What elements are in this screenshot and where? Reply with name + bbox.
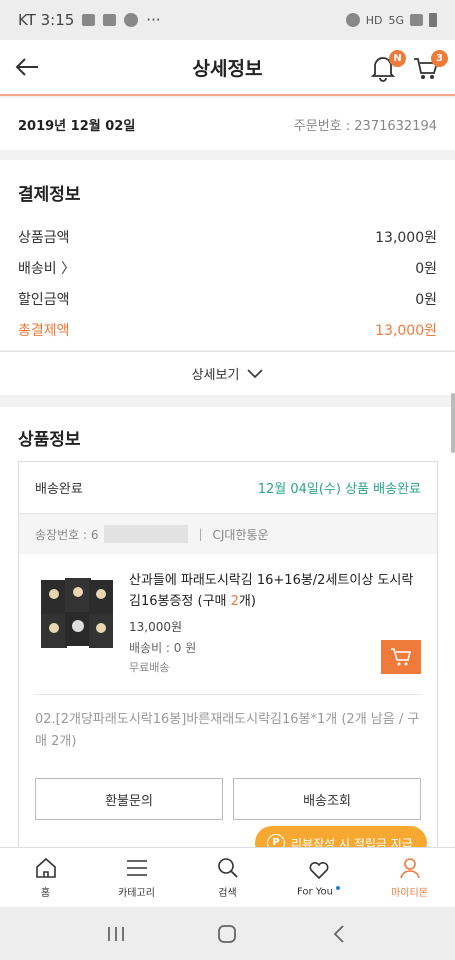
product-section-title: 상품정보 [18,430,81,450]
product-price: 13,000원 [129,620,183,634]
payment-section: 결제정보 상품금액 13,000원 배송비 〉 0원 할인금액 0원 총결제액 … [0,160,455,350]
heart-icon [309,861,328,879]
delivery-status: 배송완료 [35,482,83,497]
product-option: 02.[2개당파래도시락16봉]바른재래도시락김16봉*1개 (2개 남음 / … [35,694,421,766]
recent-apps-icon [107,926,124,941]
tracking-label: 송장번호 : 6 [35,527,99,542]
pay-value: 0원 [415,291,437,308]
home-system-button[interactable] [212,919,242,949]
product-name-text: 산과들에 파래도시락김 16+16봉/2세트이상 도시락김16봉증정 (구매 [129,573,414,609]
nav-for-you[interactable]: For You [273,848,364,907]
product-name-suffix: 개) [238,594,256,609]
product-item[interactable]: 산과들에 파래도시락김 16+16봉/2세트이상 도시락김16봉증정 (구매 2… [19,554,437,694]
pay-row-discount: 할인금액 0원 [18,283,437,314]
home-icon [35,857,56,878]
system-navigation-bar [0,907,455,960]
chevron-left-icon [333,924,344,943]
nav-home[interactable]: 홈 [0,848,91,907]
menu-icon [126,860,147,876]
network-indicator: 5G [388,13,404,27]
pay-row-total: 총결제액 13,000원 [18,314,437,345]
alarm-icon [345,13,360,27]
tracking-number-mask [104,525,189,543]
signal-icon [410,14,423,26]
status-bar: KT 3:15 ··· HD 5G [0,0,455,40]
delivery-header: 배송완료 12월 04일(수) 상품 배송완료 [19,462,437,514]
order-summary: 2019년 12월 02일 주문번호 : 2371632194 [0,98,455,150]
battery-icon [429,13,437,27]
product-quantity: 2 [230,594,239,609]
home-square-icon [218,924,237,943]
nav-label: 카테고리 [118,888,155,899]
delivery-date: 12월 04일(수) 상품 배송완료 [257,482,421,497]
delivery-tracking-button[interactable]: 배송조회 [233,778,421,820]
payment-title: 결제정보 [18,185,81,205]
cart-button[interactable]: 3 [412,50,448,84]
order-number: 주문번호 : 2371632194 [293,118,437,134]
product-shipping-fee: 배송비 : 0 원 [129,641,197,655]
hd-indicator: HD [365,13,383,27]
app-notification-icon [124,13,139,27]
pay-label[interactable]: 배송비 〉 [18,258,75,278]
product-card: 배송완료 12월 04일(수) 상품 배송완료 송장번호 : 6 | CJ대한통… [18,461,438,847]
bottom-navigation: 홈 카테고리 검색 For You 마이티몬 [0,847,455,907]
notification-badge: N [389,50,406,67]
nav-label: 마이티몬 [391,888,428,899]
order-actions: 환불문의 배송조회 [35,778,421,820]
detail-toggle-button[interactable]: 상세보기 [0,351,455,395]
gallery-icon [82,14,96,26]
search-icon [217,858,238,878]
refund-inquiry-button[interactable]: 환불문의 [35,778,223,820]
user-icon [399,858,420,879]
free-shipping-label: 무료배송 [129,661,170,674]
carrier-name: CJ대한통운 [212,527,269,542]
recent-apps-button[interactable] [101,919,131,949]
nav-label: 검색 [218,888,237,899]
pay-label: 상품금액 [18,229,70,246]
separator: | [198,527,203,541]
nav-my-page[interactable]: 마이티몬 [364,848,455,907]
pay-value: 13,000원 [375,322,437,339]
tracking-row: 송장번호 : 6 | CJ대한통운 [19,514,437,554]
order-date: 2019년 12월 02일 [18,118,136,134]
nav-category[interactable]: 카테고리 [91,848,182,907]
pay-value: 13,000원 [375,229,437,246]
cart-badge: 3 [431,50,448,67]
product-thumbnail[interactable] [35,574,115,654]
status-time: KT 3:15 [18,11,75,29]
notification-button[interactable]: N [370,50,406,84]
nav-label-text: For You [296,886,334,898]
product-info: 산과들에 파래도시락김 16+16봉/2세트이상 도시락김16봉증정 (구매 2… [129,570,419,675]
product-name[interactable]: 산과들에 파래도시락김 16+16봉/2세트이상 도시락김16봉증정 (구매 2… [129,570,419,612]
pay-row-shipping[interactable]: 배송비 〉 0원 [18,252,437,283]
add-to-cart-button[interactable] [381,640,421,674]
back-system-button[interactable] [324,919,354,949]
more-notifications-icon: ··· [146,11,161,29]
pay-value: 0원 [415,260,437,277]
pay-label: 총결제액 [18,322,70,339]
pay-label: 할인금액 [18,291,70,308]
scrollbar[interactable] [451,393,455,453]
detail-toggle-label: 상세보기 [191,368,240,383]
cart-icon [391,648,412,666]
chevron-down-icon [247,368,263,378]
new-dot-icon [336,885,341,890]
nav-search[interactable]: 검색 [182,848,273,907]
app-header: 상세정보 N 3 [0,40,455,96]
nav-label: 홈 [40,888,51,899]
nav-label: For You [296,885,341,898]
pay-row-product-amount: 상품금액 13,000원 [18,221,437,252]
message-icon [103,14,117,26]
product-section: 상품정보 배송완료 12월 04일(수) 상품 배송완료 송장번호 : 6 | … [0,407,455,847]
